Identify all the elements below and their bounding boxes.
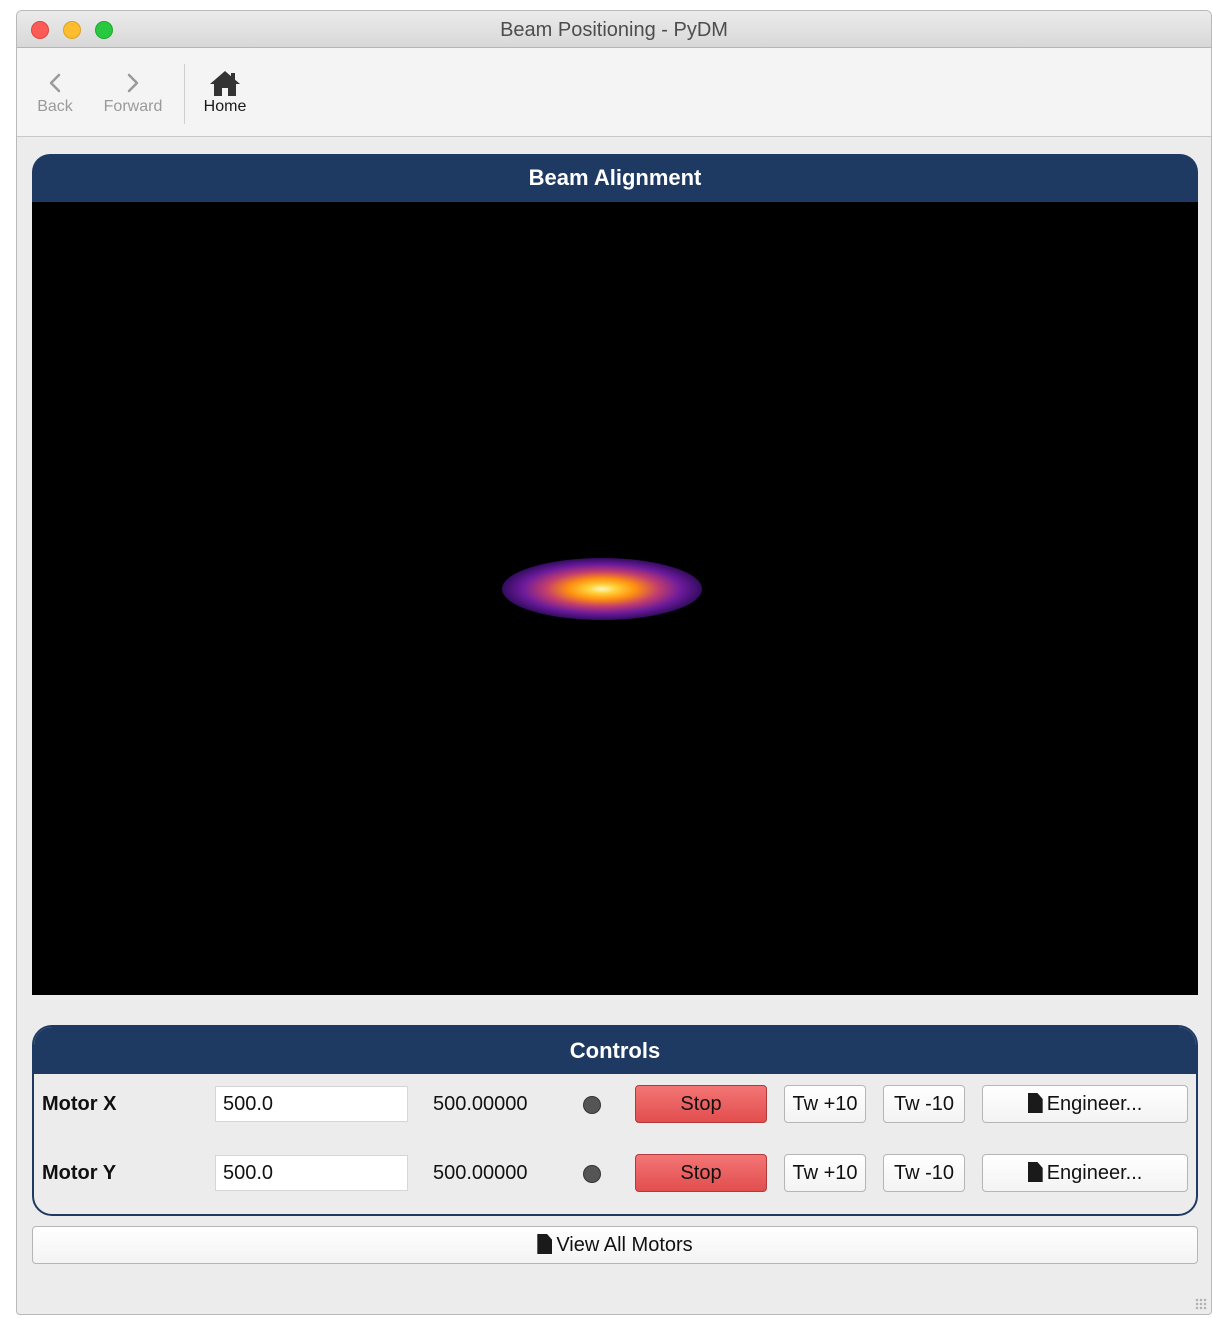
document-icon xyxy=(537,1234,553,1254)
motor-row-y: Motor Y 500.0 500.00000 Stop Tw +10 Tw -… xyxy=(34,1154,1196,1194)
motor-x-tweak-plus-button[interactable]: Tw +10 xyxy=(784,1085,866,1123)
beam-spot xyxy=(502,558,702,620)
chevron-left-icon xyxy=(29,64,81,98)
resize-grip[interactable] xyxy=(1195,1298,1207,1310)
controls-panel: Controls Motor X 500.0 500.00000 Stop Tw… xyxy=(32,1025,1198,1216)
motor-x-tweak-minus-button[interactable]: Tw -10 xyxy=(883,1085,965,1123)
toolbar-separator xyxy=(184,64,185,124)
motor-x-setpoint-input[interactable]: 500.0 xyxy=(215,1086,408,1122)
back-button-label: Back xyxy=(37,98,73,115)
view-all-motors-button[interactable]: View All Motors xyxy=(32,1226,1198,1264)
motor-y-readback: 500.00000 xyxy=(433,1162,528,1184)
home-button-label: Home xyxy=(203,98,247,115)
motor-x-engineer-label: Engineer... xyxy=(1046,1093,1143,1115)
motor-row-x: Motor X 500.0 500.00000 Stop Tw +10 Tw -… xyxy=(34,1085,1196,1125)
app-window: Beam Positioning - PyDM Back Forward Hom… xyxy=(16,10,1212,1315)
motor-y-tweak-minus-button[interactable]: Tw -10 xyxy=(883,1154,965,1192)
view-all-motors-label: View All Motors xyxy=(556,1234,693,1256)
window-title: Beam Positioning - PyDM xyxy=(500,19,728,41)
motor-y-stop-button[interactable]: Stop xyxy=(635,1154,767,1192)
title-bar[interactable]: Beam Positioning - PyDM xyxy=(17,11,1211,48)
beam-alignment-header: Beam Alignment xyxy=(32,154,1198,202)
motor-y-label: Motor Y xyxy=(42,1162,117,1184)
motor-x-readback: 500.00000 xyxy=(433,1093,528,1115)
chevron-right-icon xyxy=(97,64,169,98)
document-icon xyxy=(1027,1162,1043,1182)
motor-y-tweak-plus-button[interactable]: Tw +10 xyxy=(784,1154,866,1192)
back-button[interactable]: Back xyxy=(29,64,81,116)
beam-image-view[interactable] xyxy=(32,202,1198,995)
motor-y-setpoint-input[interactable]: 500.0 xyxy=(215,1155,408,1191)
controls-header: Controls xyxy=(34,1027,1196,1074)
document-icon xyxy=(1027,1093,1043,1113)
motor-x-engineer-button[interactable]: Engineer... xyxy=(982,1085,1188,1123)
forward-button-label: Forward xyxy=(103,98,163,115)
house-icon xyxy=(195,64,255,98)
motor-y-engineer-label: Engineer... xyxy=(1046,1162,1143,1184)
home-button[interactable]: Home xyxy=(195,64,255,116)
motor-x-label: Motor X xyxy=(42,1093,117,1115)
motor-x-status-led xyxy=(583,1096,601,1114)
motor-x-stop-button[interactable]: Stop xyxy=(635,1085,767,1123)
navigation-toolbar: Back Forward Home xyxy=(17,48,1211,137)
motor-y-status-led xyxy=(583,1165,601,1183)
motor-y-engineer-button[interactable]: Engineer... xyxy=(982,1154,1188,1192)
forward-button[interactable]: Forward xyxy=(97,64,169,116)
